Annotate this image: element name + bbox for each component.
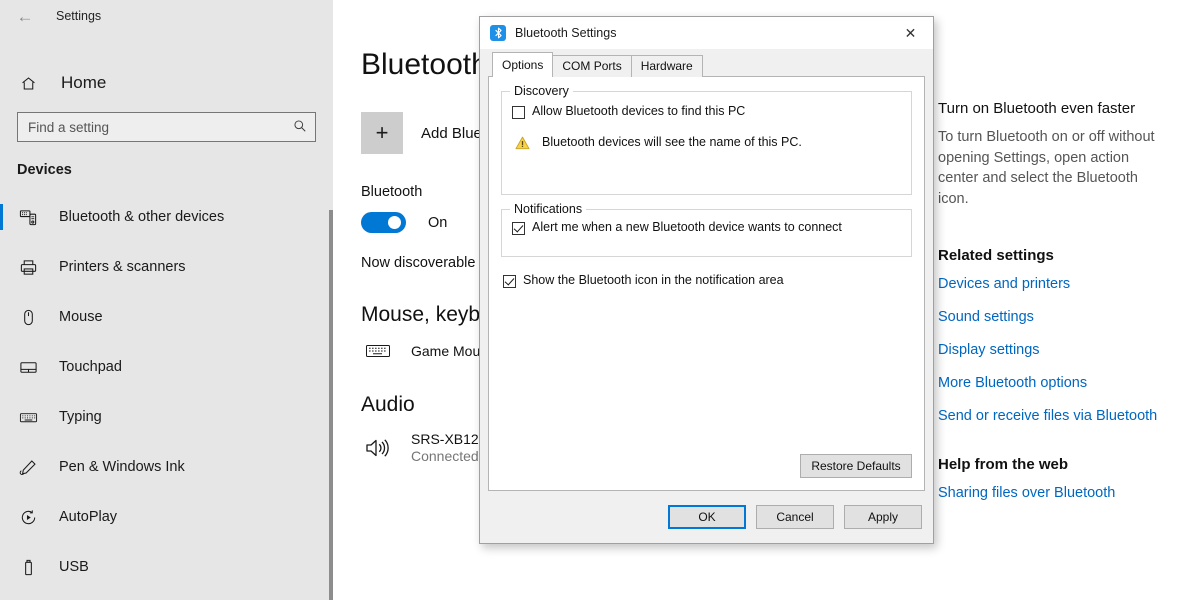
sidebar-category-heading: Devices (17, 162, 333, 178)
link-sound-settings[interactable]: Sound settings (938, 309, 1200, 325)
touchpad-icon (17, 356, 39, 378)
discovery-warning-text: Bluetooth devices will see the name of t… (542, 135, 802, 149)
notifications-legend: Notifications (510, 202, 586, 216)
sidebar-item-mouse[interactable]: Mouse (0, 292, 333, 342)
sidebar-item-usb[interactable]: USB (0, 542, 333, 592)
sidebar-item-bluetooth-other-devices[interactable]: Bluetooth & other devices (0, 192, 333, 242)
tab-options[interactable]: Options (492, 52, 553, 77)
allow-find-checkbox-row[interactable]: Allow Bluetooth devices to find this PC (512, 104, 901, 119)
sidebar-nav-list: Bluetooth & other devices Printers & sca… (0, 192, 333, 592)
sidebar-item-pen-windows-ink[interactable]: Pen & Windows Ink (0, 442, 333, 492)
show-tray-icon-checkbox[interactable] (503, 275, 516, 288)
plus-icon: + (361, 112, 403, 154)
dialog-titlebar: Bluetooth Settings ✕ (480, 17, 933, 49)
apply-button[interactable]: Apply (844, 505, 922, 529)
sidebar-item-typing[interactable]: Typing (0, 392, 333, 442)
device-status: Connected (411, 448, 479, 464)
dialog-close-button[interactable]: ✕ (888, 17, 933, 49)
cancel-button[interactable]: Cancel (756, 505, 834, 529)
sidebar-item-autoplay[interactable]: AutoPlay (0, 492, 333, 542)
bluetooth-icon (490, 25, 506, 41)
help-from-web-heading: Help from the web (938, 456, 1200, 473)
restore-defaults-button[interactable]: Restore Defaults (800, 454, 912, 478)
link-sharing-files-over-bluetooth[interactable]: Sharing files over Bluetooth (938, 485, 1200, 501)
ok-button[interactable]: OK (668, 505, 746, 529)
sidebar-item-label: Mouse (59, 309, 103, 325)
sidebar-item-label: Touchpad (59, 359, 122, 375)
tab-com-ports[interactable]: COM Ports (552, 55, 631, 77)
sidebar-item-touchpad[interactable]: Touchpad (0, 342, 333, 392)
settings-app-title: Settings (56, 9, 101, 23)
allow-find-checkbox-label: Allow Bluetooth devices to find this PC (532, 104, 745, 119)
dialog-body: Options COM Ports Hardware Discovery All… (480, 49, 933, 491)
bluetooth-toggle-switch[interactable] (361, 212, 406, 233)
printer-icon (17, 256, 39, 278)
search-box[interactable] (17, 112, 316, 142)
back-arrow-icon[interactable]: ← (12, 3, 38, 29)
autoplay-icon (17, 506, 39, 528)
sidebar-item-home-label: Home (61, 73, 106, 93)
dialog-title: Bluetooth Settings (515, 26, 616, 40)
alert-new-device-checkbox-row[interactable]: Alert me when a new Bluetooth device wan… (512, 220, 901, 235)
sidebar-item-home[interactable]: Home (0, 62, 333, 104)
right-rail: Turn on Bluetooth even faster To turn Bl… (938, 0, 1200, 600)
tip-heading: Turn on Bluetooth even faster (938, 100, 1200, 117)
link-display-settings[interactable]: Display settings (938, 342, 1200, 358)
pen-icon (17, 456, 39, 478)
alert-new-device-checkbox-label: Alert me when a new Bluetooth device wan… (532, 220, 842, 235)
dialog-footer: OK Cancel Apply (480, 491, 933, 543)
sidebar-item-label: USB (59, 559, 89, 575)
device-name: SRS-XB12 (411, 431, 479, 447)
device-name: Game Mou (411, 343, 480, 359)
tab-hardware[interactable]: Hardware (631, 55, 703, 77)
mouse-icon (17, 306, 39, 328)
bluetooth-toggle-state: On (428, 215, 447, 231)
related-settings-heading: Related settings (938, 247, 1200, 264)
speaker-icon (361, 436, 395, 460)
tip-body: To turn Bluetooth on or off without open… (938, 127, 1166, 209)
sidebar: ← Settings Home Devices (0, 0, 333, 600)
device-info: SRS-XB12 Connected (411, 431, 479, 464)
link-send-or-receive-files-via-bluetooth[interactable]: Send or receive files via Bluetooth (938, 408, 1200, 424)
bluetooth-devices-icon (17, 206, 39, 228)
sidebar-item-printers-scanners[interactable]: Printers & scanners (0, 242, 333, 292)
warning-icon (515, 136, 530, 150)
usb-icon (17, 556, 39, 578)
sidebar-item-label: AutoPlay (59, 509, 117, 525)
search-input[interactable] (28, 120, 293, 135)
discovery-groupbox: Discovery Allow Bluetooth devices to fin… (501, 91, 912, 195)
settings-titlebar: ← Settings (0, 0, 333, 32)
keyboard-icon (361, 341, 395, 361)
alert-new-device-checkbox[interactable] (512, 222, 525, 235)
sidebar-item-label: Pen & Windows Ink (59, 459, 185, 475)
discovery-warning: Bluetooth devices will see the name of t… (512, 135, 901, 150)
show-tray-icon-checkbox-row[interactable]: Show the Bluetooth icon in the notificat… (501, 273, 912, 288)
search-icon (293, 119, 307, 136)
sidebar-item-label: Typing (59, 409, 102, 425)
link-devices-and-printers[interactable]: Devices and printers (938, 276, 1200, 292)
home-icon (17, 75, 39, 92)
sidebar-item-label: Printers & scanners (59, 259, 186, 275)
tab-panel-options: Discovery Allow Bluetooth devices to fin… (488, 76, 925, 491)
link-more-bluetooth-options[interactable]: More Bluetooth options (938, 375, 1200, 391)
restore-defaults-row: Restore Defaults (501, 454, 912, 478)
discovery-legend: Discovery (510, 84, 573, 98)
allow-find-checkbox[interactable] (512, 106, 525, 119)
bluetooth-settings-dialog: Bluetooth Settings ✕ Options COM Ports H… (479, 16, 934, 544)
show-tray-icon-checkbox-label: Show the Bluetooth icon in the notificat… (523, 273, 784, 288)
keyboard-icon (17, 406, 39, 428)
tab-strip: Options COM Ports Hardware (488, 55, 925, 77)
sidebar-item-label: Bluetooth & other devices (59, 209, 224, 225)
notifications-groupbox: Notifications Alert me when a new Blueto… (501, 209, 912, 257)
